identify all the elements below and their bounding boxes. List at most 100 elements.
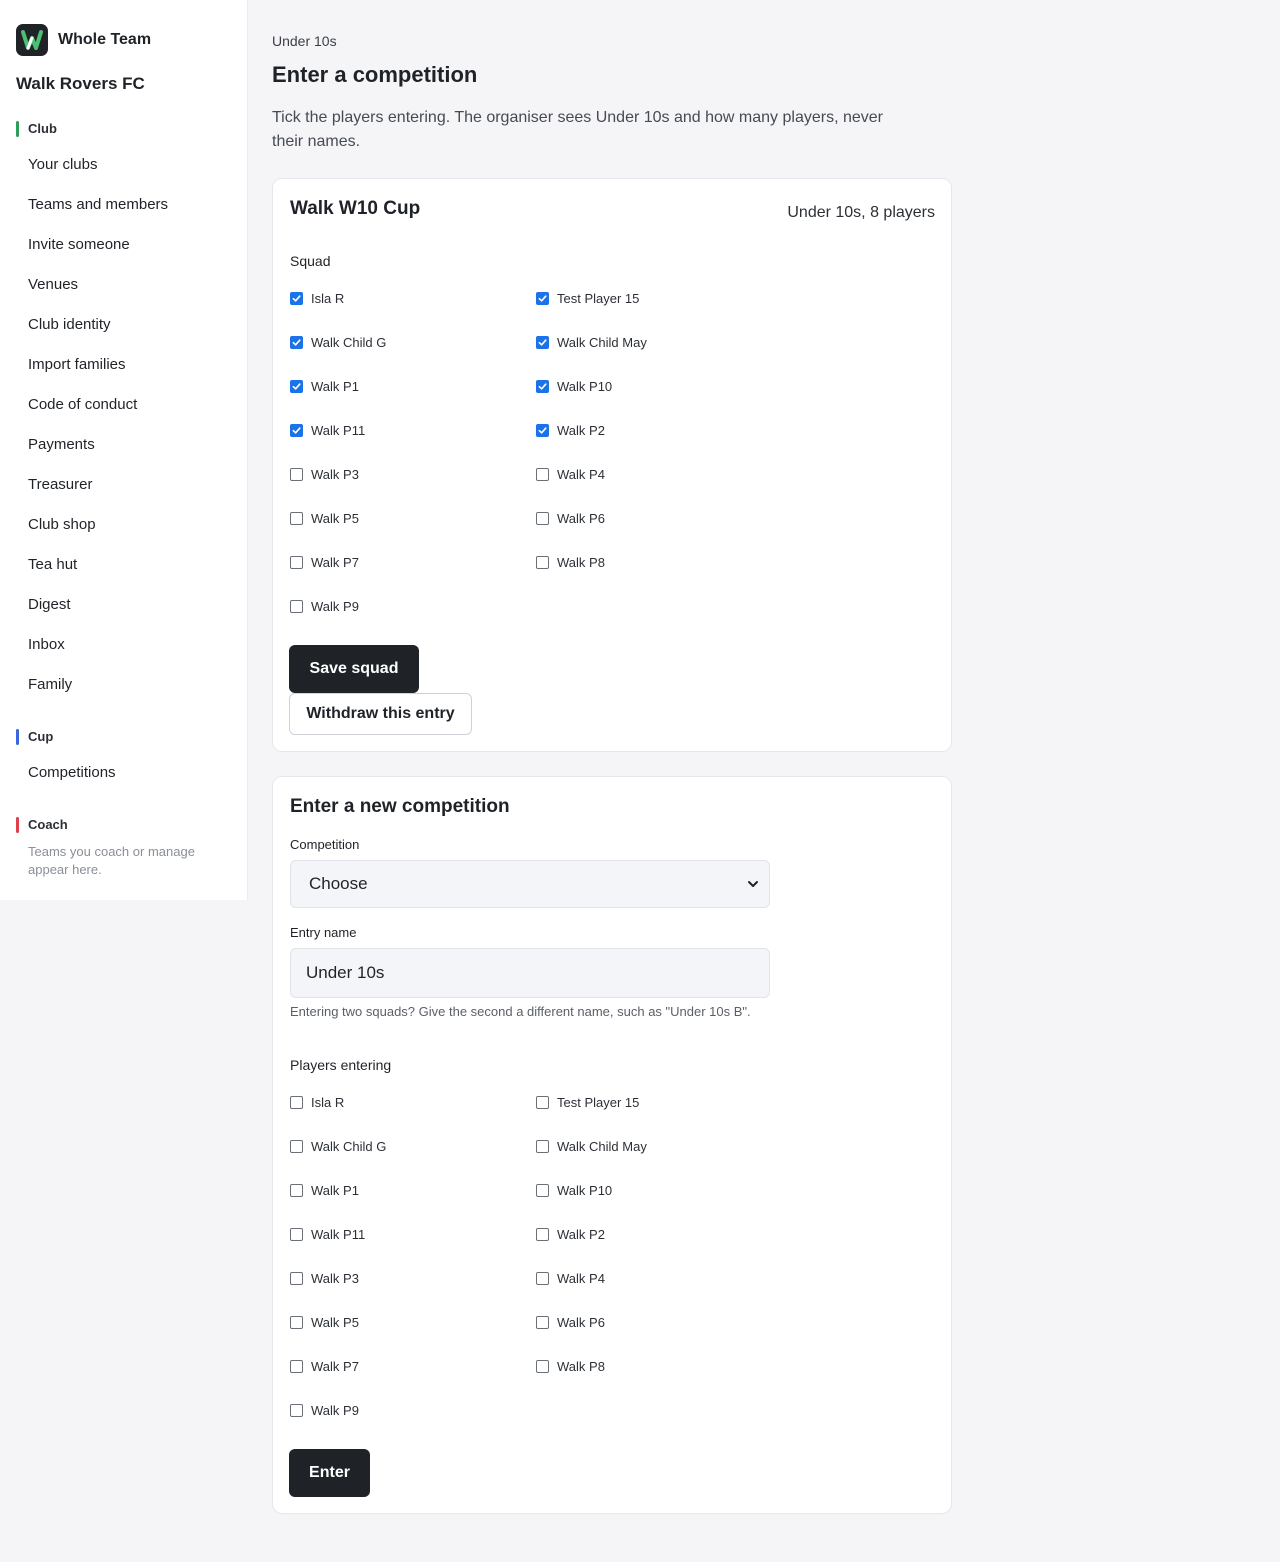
- squad-checkbox-item[interactable]: Walk P10: [536, 376, 612, 396]
- checkbox-unchecked[interactable]: [290, 1403, 303, 1417]
- sidebar-item-tea-hut[interactable]: Tea hut: [28, 555, 77, 575]
- checkbox-unchecked[interactable]: [290, 1227, 303, 1241]
- entry-name-input[interactable]: [290, 948, 770, 998]
- coach-note: Teams you coach or manage appear here.: [28, 844, 195, 877]
- sidebar-item-competitions[interactable]: Competitions: [28, 763, 116, 783]
- sidebar-item-invite-someone[interactable]: Invite someone: [28, 235, 130, 255]
- checkbox-checked[interactable]: [536, 423, 549, 437]
- player-name: Walk P3: [311, 1270, 359, 1286]
- save-squad-button[interactable]: Save squad: [289, 645, 419, 693]
- squad-label: Squad: [290, 253, 331, 269]
- sidebar-item-venues[interactable]: Venues: [28, 275, 78, 295]
- sidebar-item-club-shop[interactable]: Club shop: [28, 515, 96, 535]
- player-name: Walk P8: [557, 554, 605, 570]
- withdraw-entry-button[interactable]: Withdraw this entry: [289, 693, 472, 735]
- checkbox-unchecked[interactable]: [290, 1183, 303, 1197]
- checkbox-unchecked[interactable]: [290, 511, 303, 525]
- checkbox-unchecked[interactable]: [290, 1359, 303, 1373]
- entering-checkbox-item[interactable]: Walk P10: [536, 1180, 612, 1200]
- entering-checkbox-item[interactable]: Walk P11: [290, 1224, 365, 1244]
- sidebar-item-teams-and-members[interactable]: Teams and members: [28, 195, 168, 215]
- checkbox-unchecked[interactable]: [290, 1095, 303, 1109]
- checkbox-unchecked[interactable]: [536, 1315, 549, 1329]
- player-name: Walk P8: [557, 1358, 605, 1374]
- checkbox-unchecked[interactable]: [536, 555, 549, 569]
- squad-checkbox-item[interactable]: Walk P11: [290, 420, 365, 440]
- checkbox-unchecked[interactable]: [290, 467, 303, 481]
- breadcrumb: Under 10s: [272, 33, 337, 49]
- players-entering-label: Players entering: [290, 1057, 392, 1073]
- squad-checkbox-item[interactable]: Walk P5: [290, 508, 359, 528]
- player-name: Walk P5: [311, 510, 359, 526]
- sidebar-section-label: Club: [28, 121, 57, 136]
- entering-checkbox-item[interactable]: Walk P7: [290, 1356, 359, 1376]
- checkbox-checked[interactable]: [290, 291, 303, 305]
- player-name: Walk P10: [557, 1182, 613, 1198]
- checkbox-unchecked[interactable]: [536, 1359, 549, 1373]
- checkbox-checked[interactable]: [290, 423, 303, 437]
- sidebar-item-digest[interactable]: Digest: [28, 595, 71, 615]
- sidebar-item-inbox[interactable]: Inbox: [28, 635, 65, 655]
- entering-checkbox-item[interactable]: Walk P4: [536, 1268, 605, 1288]
- checkbox-unchecked[interactable]: [536, 1139, 549, 1153]
- entering-checkbox-item[interactable]: Test Player 15: [536, 1092, 639, 1112]
- checkbox-unchecked[interactable]: [536, 1227, 549, 1241]
- squad-checkbox-item[interactable]: Walk P1: [290, 376, 359, 396]
- checkbox-checked[interactable]: [536, 379, 549, 393]
- entering-checkbox-item[interactable]: Walk Child G: [290, 1136, 386, 1156]
- competition-label: Competition: [290, 837, 360, 852]
- squad-checkbox-item[interactable]: Walk P8: [536, 552, 605, 572]
- enter-button[interactable]: Enter: [289, 1449, 370, 1497]
- squad-checkbox-item[interactable]: Walk P7: [290, 552, 359, 572]
- entering-checkbox-item[interactable]: Isla R: [290, 1092, 344, 1112]
- entry-name-hint: Entering two squads? Give the second a d…: [290, 1004, 751, 1019]
- sidebar-item-club-identity[interactable]: Club identity: [28, 315, 111, 335]
- player-name: Walk P4: [557, 466, 605, 482]
- checkbox-checked[interactable]: [290, 335, 303, 349]
- competition-select[interactable]: Choose: [290, 860, 770, 908]
- sidebar-item-import-families[interactable]: Import families: [28, 355, 126, 375]
- entering-checkbox-item[interactable]: Walk Child May: [536, 1136, 647, 1156]
- brand[interactable]: Whole Team: [16, 24, 151, 56]
- entering-checkbox-item[interactable]: Walk P8: [536, 1356, 605, 1376]
- squad-checkbox-item[interactable]: Walk P3: [290, 464, 359, 484]
- club-name: Walk Rovers FC: [16, 74, 145, 93]
- entering-checkbox-item[interactable]: Walk P6: [536, 1312, 605, 1332]
- squad-checkbox-item[interactable]: Walk Child G: [290, 332, 386, 352]
- checkbox-unchecked[interactable]: [290, 555, 303, 569]
- sidebar-item-payments[interactable]: Payments: [28, 435, 95, 455]
- sidebar-item-treasurer[interactable]: Treasurer: [28, 475, 92, 495]
- checkbox-unchecked[interactable]: [290, 1315, 303, 1329]
- sidebar-item-your-clubs[interactable]: Your clubs: [28, 155, 98, 175]
- player-name: Walk P6: [557, 1314, 605, 1330]
- squad-checkbox-item[interactable]: Walk P2: [536, 420, 605, 440]
- entering-checkbox-item[interactable]: Walk P5: [290, 1312, 359, 1332]
- player-name: Walk P11: [311, 422, 366, 438]
- squad-checkbox-item[interactable]: Walk P9: [290, 596, 359, 616]
- checkbox-unchecked[interactable]: [536, 1095, 549, 1109]
- sidebar-item-code-of-conduct[interactable]: Code of conduct: [28, 395, 137, 415]
- checkbox-unchecked[interactable]: [536, 1183, 549, 1197]
- entering-checkbox-item[interactable]: Walk P1: [290, 1180, 359, 1200]
- sidebar-section-0: Club: [16, 121, 57, 137]
- checkbox-checked[interactable]: [536, 335, 549, 349]
- sidebar: Whole Team Walk Rovers FC Club Your clubs…: [0, 0, 248, 900]
- entering-checkbox-item[interactable]: Walk P2: [536, 1224, 605, 1244]
- squad-checkbox-item[interactable]: Isla R: [290, 288, 344, 308]
- squad-checkbox-item[interactable]: Walk Child May: [536, 332, 647, 352]
- checkbox-unchecked[interactable]: [290, 1271, 303, 1285]
- checkbox-checked[interactable]: [536, 291, 549, 305]
- checkbox-unchecked[interactable]: [290, 599, 303, 613]
- checkbox-unchecked[interactable]: [536, 467, 549, 481]
- entering-checkbox-item[interactable]: Walk P9: [290, 1400, 359, 1420]
- squad-checkbox-item[interactable]: Walk P4: [536, 464, 605, 484]
- entering-checkbox-item[interactable]: Walk P3: [290, 1268, 359, 1288]
- player-name: Walk P9: [311, 598, 359, 614]
- sidebar-item-family[interactable]: Family: [28, 675, 72, 695]
- checkbox-unchecked[interactable]: [536, 511, 549, 525]
- checkbox-checked[interactable]: [290, 379, 303, 393]
- squad-checkbox-item[interactable]: Walk P6: [536, 508, 605, 528]
- checkbox-unchecked[interactable]: [536, 1271, 549, 1285]
- checkbox-unchecked[interactable]: [290, 1139, 303, 1153]
- squad-checkbox-item[interactable]: Test Player 15: [536, 288, 639, 308]
